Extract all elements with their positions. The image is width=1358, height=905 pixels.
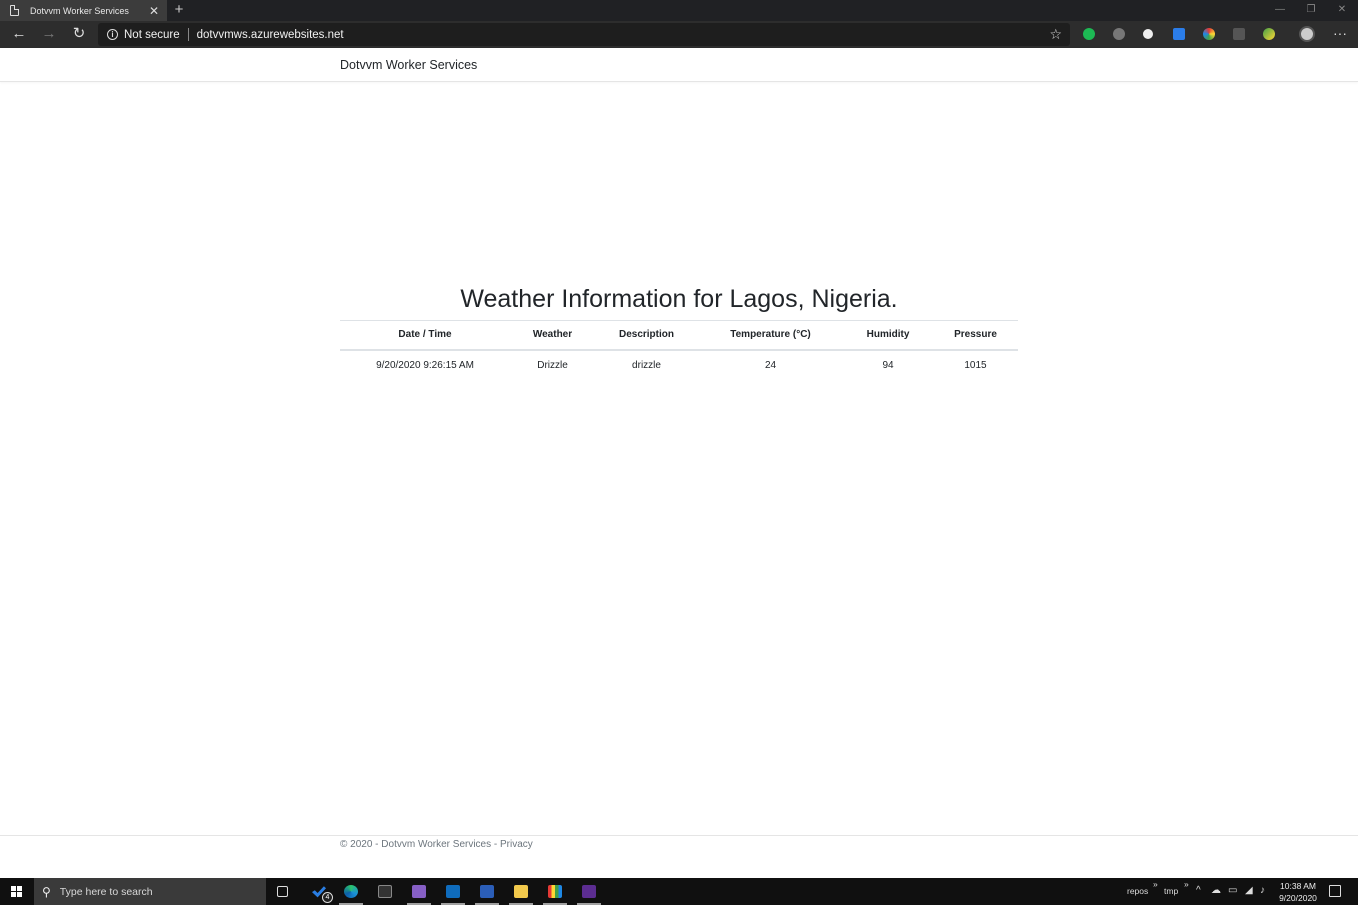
info-icon[interactable]: i — [107, 29, 118, 40]
edge-icon — [344, 885, 358, 898]
column-header-date-time: Date / Time — [340, 320, 510, 351]
word-icon — [480, 885, 494, 898]
outlook-icon — [446, 885, 460, 898]
tray-toolbar-repos[interactable]: repos — [1127, 886, 1148, 896]
terminal-icon — [378, 885, 392, 898]
todo-badge: 4 — [322, 892, 333, 903]
volume-icon[interactable]: ♪ — [1260, 885, 1265, 896]
extension-leaf-icon[interactable] — [1263, 28, 1275, 40]
page-title: Weather Information for Lagos, Nigeria. — [460, 285, 898, 313]
cell-date-time: 9/20/2020 9:26:15 AM — [376, 360, 474, 371]
clock-date: 9/20/2020 — [1279, 893, 1317, 903]
network-icon[interactable]: ◢ — [1245, 885, 1253, 896]
security-label[interactable]: Not secure — [124, 29, 180, 41]
start-button[interactable] — [0, 878, 33, 905]
new-tab-button[interactable]: + — [171, 0, 187, 21]
bar-chart-icon — [548, 885, 562, 898]
favorite-star-icon[interactable]: ☆ — [1049, 23, 1062, 46]
cell-temperature: 24 — [764, 360, 777, 371]
site-footer: © 2020 - Dotvvm Worker Services - Privac… — [0, 835, 1358, 878]
tray-tmp-chevron-icon[interactable]: » — [1184, 879, 1189, 889]
todo-app-button[interactable]: 4 — [303, 878, 335, 905]
visual-studio-app-button[interactable] — [403, 878, 435, 905]
column-header-description: Description — [595, 320, 698, 351]
address-bar[interactable]: i Not secure dotvvmws.azurewebsites.net … — [98, 23, 1070, 46]
search-placeholder: Type here to search — [59, 885, 153, 898]
taskbar-clock[interactable]: 10:38 AM 9/20/2020 — [1270, 880, 1326, 904]
privacy-link[interactable]: Privacy — [500, 839, 533, 850]
column-header-weather: Weather — [510, 320, 595, 351]
extension-download-icon[interactable] — [1233, 28, 1245, 40]
browser-tab[interactable]: Dotvvm Worker Services ✕ — [0, 0, 167, 21]
chart-app-button[interactable] — [539, 878, 571, 905]
url-text[interactable]: dotvvmws.azurewebsites.net — [197, 29, 344, 41]
purple-window-icon — [582, 885, 596, 898]
cell-weather: Drizzle — [537, 360, 568, 371]
profile-avatar[interactable] — [1299, 26, 1315, 42]
extension-gray-icon[interactable] — [1113, 28, 1125, 40]
table-row: 9/20/2020 9:26:15 AM Drizzle drizzle 24 … — [340, 350, 1018, 381]
edge-app-button[interactable] — [335, 878, 367, 905]
extension-blue-icon[interactable] — [1173, 28, 1185, 40]
search-icon: ⚲ — [42, 884, 51, 899]
copyright-text: © 2020 - Dotvvm Worker Services - — [340, 839, 500, 850]
word-app-button[interactable] — [471, 878, 503, 905]
purple-app-button[interactable] — [573, 878, 605, 905]
browser-tab-strip: Dotvvm Worker Services ✕ + — ❐ ✕ — [0, 0, 1358, 21]
weather-table: Date / Time Weather Description Temperat… — [340, 320, 1018, 381]
tab-close-icon[interactable]: ✕ — [145, 4, 163, 18]
notifications-icon[interactable] — [1329, 885, 1341, 897]
task-view-icon — [276, 886, 288, 897]
address-separator — [187, 28, 189, 41]
minimize-icon[interactable]: — — [1265, 0, 1295, 21]
restore-icon[interactable]: ❐ — [1296, 0, 1326, 21]
cell-description: drizzle — [632, 360, 661, 371]
back-icon[interactable]: ← — [5, 21, 33, 48]
extension-colorful-icon[interactable] — [1203, 28, 1215, 40]
tray-repos-chevron-icon[interactable]: » — [1153, 879, 1158, 889]
refresh-icon[interactable]: ↻ — [65, 21, 93, 48]
browser-toolbar: ← → ↻ i Not secure dotvvmws.azurewebsite… — [0, 21, 1358, 48]
extension-react-icon[interactable] — [1143, 29, 1153, 39]
footer-text: © 2020 - Dotvvm Worker Services - Privac… — [340, 839, 533, 850]
column-header-pressure: Pressure — [933, 320, 1018, 351]
cell-humidity: 94 — [882, 360, 894, 371]
clock-time: 10:38 AM — [1280, 881, 1316, 891]
page-icon — [10, 5, 19, 16]
site-header: Dotvvm Worker Services — [0, 48, 1358, 82]
tray-toolbar-tmp[interactable]: tmp — [1164, 886, 1178, 896]
window-close-icon[interactable]: ✕ — [1327, 0, 1357, 21]
task-view-button[interactable] — [266, 878, 298, 905]
show-hidden-icons-icon[interactable]: ^ — [1196, 885, 1201, 896]
forward-icon[interactable]: → — [35, 21, 63, 48]
column-header-humidity: Humidity — [843, 320, 933, 351]
brand-link[interactable]: Dotvvm Worker Services — [340, 58, 477, 72]
tab-title: Dotvvm Worker Services — [30, 5, 129, 16]
table-header-row: Date / Time Weather Description Temperat… — [340, 320, 1018, 351]
taskbar-search[interactable]: ⚲ Type here to search — [34, 878, 266, 905]
terminal-app-button[interactable] — [369, 878, 401, 905]
folder-icon — [514, 885, 528, 898]
outlook-app-button[interactable] — [437, 878, 469, 905]
file-explorer-app-button[interactable] — [505, 878, 537, 905]
column-header-temperature: Temperature (°C) — [698, 320, 843, 351]
extension-green-icon[interactable] — [1083, 28, 1095, 40]
cell-pressure: 1015 — [964, 360, 987, 371]
visual-studio-icon — [412, 885, 426, 898]
onedrive-icon[interactable]: ☁ — [1211, 885, 1221, 896]
battery-icon[interactable]: ▭ — [1228, 885, 1237, 896]
windows-logo-icon — [11, 886, 22, 897]
windows-taskbar: ⚲ Type here to search 4 repos » tmp » ^ … — [0, 878, 1358, 905]
more-menu-icon[interactable]: ··· — [1330, 21, 1350, 48]
